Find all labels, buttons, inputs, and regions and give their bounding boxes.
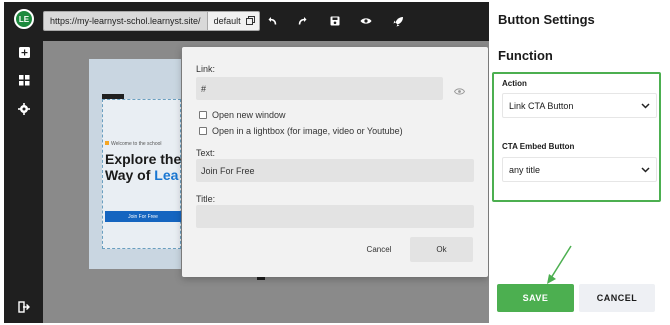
url-group: https://my-learnyst-schol.learnyst.site/…	[43, 11, 260, 31]
left-sidebar: LE	[4, 2, 43, 323]
title-label: Title:	[196, 194, 216, 204]
widgets-icon[interactable]	[17, 73, 31, 87]
preview-heading-line1: Explore the	[105, 151, 182, 167]
link-label: Link:	[196, 64, 216, 74]
embed-label: CTA Embed Button	[502, 142, 575, 151]
save-button[interactable]: SAVE	[497, 284, 574, 312]
new-window-option[interactable]: Open new window	[199, 110, 286, 120]
resize-handle[interactable]	[257, 277, 265, 280]
preview-heading-part: Way of	[105, 167, 155, 183]
lightbox-checkbox[interactable]	[199, 127, 207, 135]
section-title: Function	[498, 48, 553, 63]
app-logo[interactable]: LE	[14, 9, 34, 29]
chevron-down-icon	[641, 165, 650, 175]
title-input[interactable]	[196, 205, 474, 228]
text-input[interactable]: Join For Free	[196, 159, 474, 182]
dialog-ok-button[interactable]: Ok	[410, 237, 473, 262]
text-label: Text:	[196, 148, 216, 158]
pointer-arrow-icon	[547, 245, 572, 284]
settings-icon[interactable]	[17, 102, 31, 116]
cancel-button[interactable]: CANCEL	[579, 284, 655, 312]
preview-heading-accent: Lea	[154, 167, 179, 183]
undo-icon[interactable]	[265, 14, 279, 28]
new-window-label: Open new window	[212, 110, 286, 120]
copy-icon[interactable]	[245, 15, 255, 27]
page-preview: Welcome to the school Explore the Way of…	[89, 59, 181, 269]
site-url[interactable]: https://my-learnyst-schol.learnyst.site/	[43, 11, 208, 31]
site-select[interactable]: default	[207, 11, 260, 31]
site-select-value: default	[213, 16, 241, 26]
new-window-checkbox[interactable]	[199, 111, 207, 119]
welcome-badge-icon	[105, 141, 109, 145]
embed-select-value: any title	[509, 164, 541, 175]
action-select[interactable]: Link CTA Button	[502, 93, 657, 118]
link-dialog: Link: # Open new window Open in a lightb…	[182, 47, 488, 277]
preview-welcome-text: Welcome to the school	[111, 141, 162, 147]
preview-heading-line2: Way of Lea	[105, 167, 178, 183]
redo-icon[interactable]	[296, 14, 310, 28]
lightbox-option[interactable]: Open in a lightbox (for image, video or …	[199, 126, 403, 136]
add-icon[interactable]	[17, 45, 31, 59]
link-input[interactable]: #	[196, 77, 443, 100]
publish-rocket-icon[interactable]	[391, 14, 405, 28]
eye-icon[interactable]	[453, 83, 466, 95]
action-label: Action	[502, 79, 527, 88]
preview-welcome: Welcome to the school	[105, 141, 162, 147]
embed-select[interactable]: any title	[502, 157, 657, 182]
preview-eye-icon[interactable]	[359, 14, 373, 28]
lightbox-label: Open in a lightbox (for image, video or …	[212, 126, 403, 136]
save-disk-icon[interactable]	[328, 14, 342, 28]
top-toolbar: https://my-learnyst-schol.learnyst.site/…	[43, 2, 489, 41]
dialog-cancel-button[interactable]: Cancel	[347, 237, 411, 262]
action-select-value: Link CTA Button	[509, 100, 574, 111]
panel-title: Button Settings	[498, 12, 595, 27]
preview-cta-button[interactable]: Join For Free	[105, 211, 181, 222]
logout-icon[interactable]	[17, 300, 31, 314]
settings-panel: Button Settings Function Action Link CTA…	[489, 0, 670, 325]
function-group: Action Link CTA Button CTA Embed Button …	[492, 72, 661, 202]
chevron-down-icon	[641, 101, 650, 111]
